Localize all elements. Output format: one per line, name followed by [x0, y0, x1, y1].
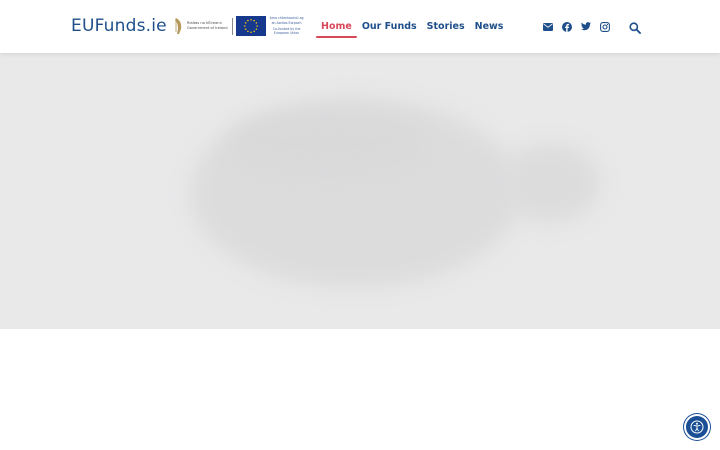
hero-placeholder-shape	[500, 143, 600, 223]
eu-star	[243, 25, 246, 27]
eu-star	[256, 25, 258, 27]
twitter-icon[interactable]	[580, 21, 591, 32]
eu-star	[249, 31, 252, 33]
search-icon[interactable]	[629, 19, 641, 34]
eu-star	[246, 30, 249, 33]
nav-item-home[interactable]: Home	[316, 0, 357, 53]
partner-logos: Rialtas na hÉireann Government of Irelan…	[174, 16, 304, 36]
accessibility-button[interactable]	[686, 416, 708, 438]
facebook-icon[interactable]	[561, 21, 572, 32]
eu-star	[255, 28, 257, 30]
envelope-icon[interactable]	[542, 21, 553, 32]
nav-item-our-funds[interactable]: Our Funds	[357, 0, 422, 53]
brand-logo-text[interactable]: EUFunds.ie	[71, 16, 167, 36]
social-links	[542, 0, 610, 53]
eu-cofunded-text: Arna chómhaoiniú ag an Aontas Eorpach Co…	[269, 16, 304, 36]
instagram-icon[interactable]	[599, 21, 610, 32]
government-of-ireland-logo: Rialtas na hÉireann Government of Irelan…	[174, 16, 228, 36]
accessibility-icon	[690, 420, 704, 434]
logo-divider	[231, 17, 233, 35]
hero-banner	[0, 53, 720, 329]
hero-placeholder-shape	[230, 113, 420, 173]
eu-star	[252, 19, 255, 22]
nav-item-news[interactable]: News	[470, 0, 509, 53]
main-nav: Home Our Funds Stories News	[316, 0, 508, 53]
government-logo-text: Rialtas na hÉireann Government of Irelan…	[187, 21, 228, 30]
eu-star	[246, 19, 249, 22]
nav-item-stories[interactable]: Stories	[422, 0, 470, 53]
harp-icon	[175, 18, 182, 34]
eu-star	[252, 30, 255, 33]
eu-flag-icon	[235, 16, 266, 36]
eu-star	[244, 22, 246, 24]
eu-star	[255, 22, 257, 24]
site-header: EUFunds.ie Rialtas na hÉireann Governmen…	[0, 0, 720, 53]
eu-star	[249, 19, 252, 21]
eu-star	[244, 28, 246, 30]
